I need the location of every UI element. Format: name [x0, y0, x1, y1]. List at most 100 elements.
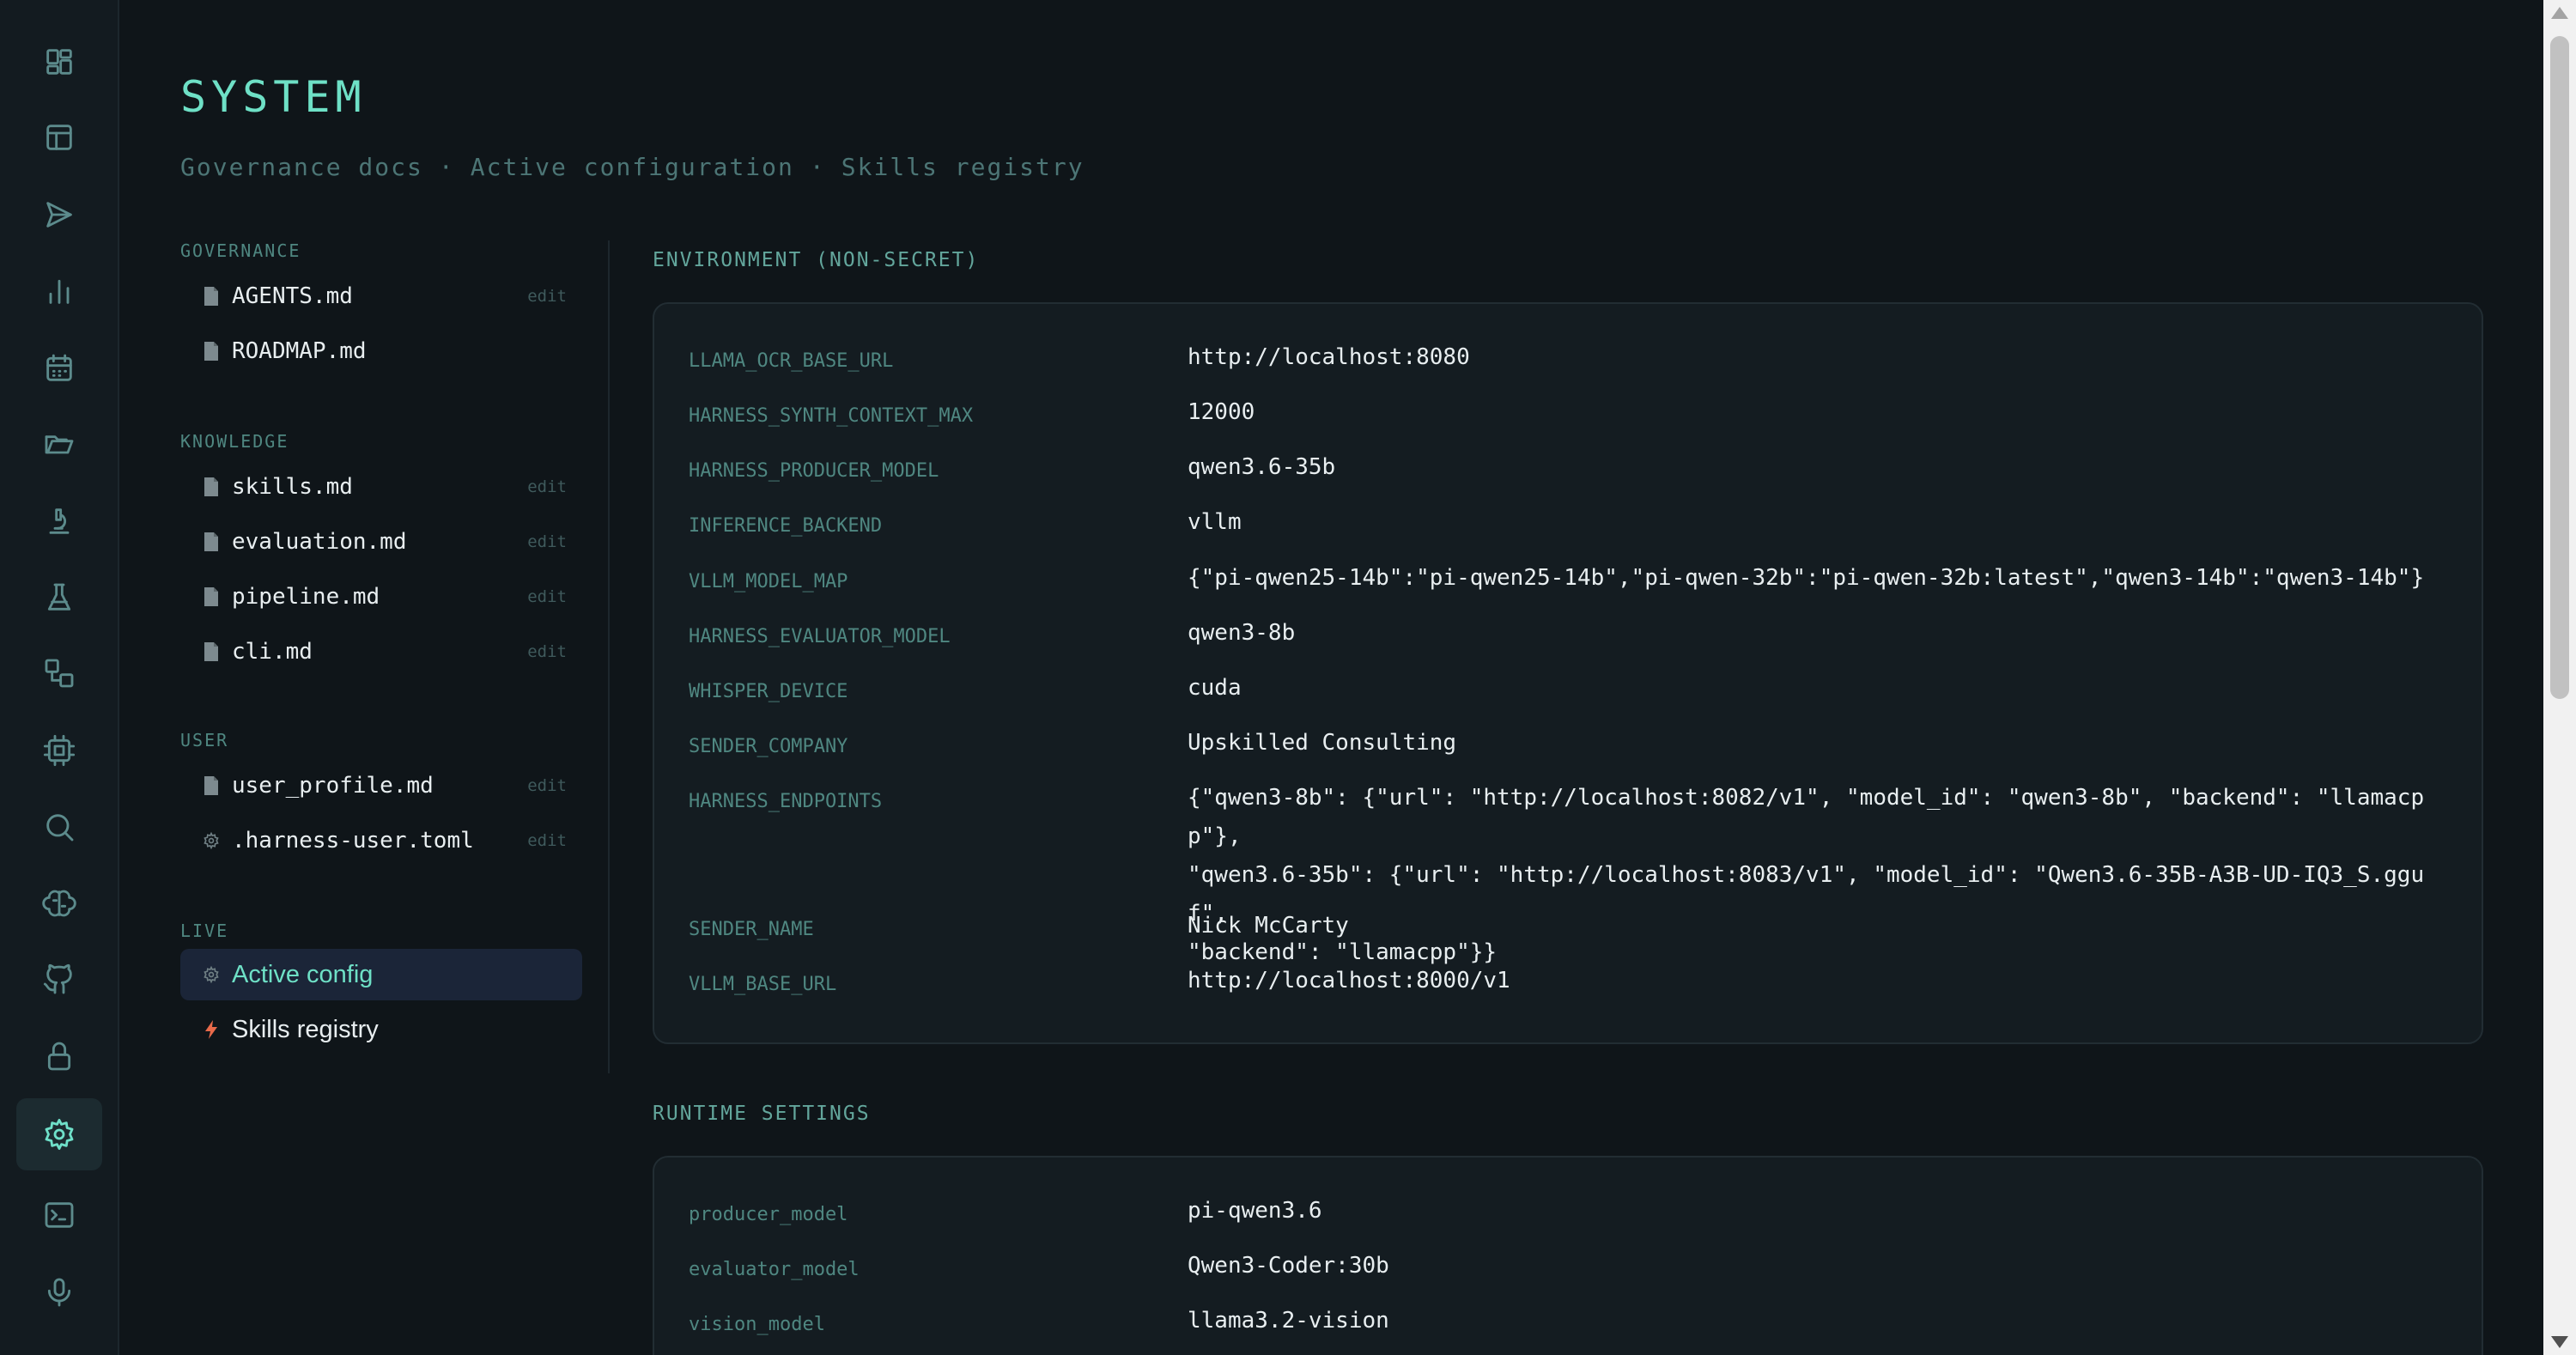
- page-scrollbar[interactable]: [2543, 0, 2576, 1355]
- config-value: Upskilled Consulting: [1188, 730, 1457, 756]
- sidebar-divider: [608, 240, 610, 1073]
- lightning-icon: [180, 1019, 220, 1040]
- doc-item-evaluation-md[interactable]: evaluation.md edit: [180, 516, 582, 568]
- file-icon: [180, 532, 220, 552]
- scrollbar-thumb[interactable]: [2550, 36, 2569, 699]
- brain-icon: [42, 890, 76, 917]
- workflow-icon: [45, 659, 74, 688]
- rail-microscope-button[interactable]: [16, 485, 102, 557]
- file-icon: [180, 341, 220, 362]
- gear-icon: [180, 965, 220, 984]
- config-value: cuda: [1188, 675, 1242, 701]
- bar-chart-icon: [49, 279, 70, 304]
- rail-dashboard-button[interactable]: [16, 26, 102, 98]
- file-icon: [180, 586, 220, 607]
- search-icon: [46, 814, 74, 842]
- section-label-governance: GOVERNANCE: [180, 240, 301, 261]
- config-value: Qwen3-Coder:30b: [1188, 1253, 1389, 1279]
- edit-link[interactable]: edit: [527, 776, 582, 795]
- rail-workflow-button[interactable]: [16, 637, 102, 709]
- doc-item-active-config[interactable]: Active config: [180, 949, 582, 1000]
- rail-search-button[interactable]: [16, 791, 102, 863]
- edit-link[interactable]: edit: [527, 287, 582, 306]
- rail-cpu-button[interactable]: [16, 714, 102, 787]
- github-icon: [43, 963, 72, 994]
- cpu-icon: [43, 734, 76, 767]
- subtitle-separator: ·: [438, 153, 455, 181]
- icon-rail: [0, 0, 119, 1355]
- rail-folder-open-button[interactable]: [16, 408, 102, 480]
- file-icon: [180, 477, 220, 497]
- doc-item-name: Active config: [232, 960, 374, 988]
- rail-microphone-button[interactable]: [16, 1256, 102, 1328]
- config-key: VLLM_MODEL_MAP: [689, 571, 848, 592]
- doc-item-roadmap-md[interactable]: ROADMAP.md: [180, 325, 582, 377]
- config-value: 12000: [1188, 399, 1255, 425]
- config-value: pi-qwen3.6: [1188, 1198, 1322, 1224]
- config-value: llama3.2-vision: [1188, 1308, 1389, 1334]
- config-value: qwen3-8b: [1188, 620, 1296, 646]
- config-key: WHISPER_DEVICE: [689, 681, 848, 702]
- doc-item-name: .harness-user.toml: [232, 828, 474, 854]
- doc-item-harness-user-toml[interactable]: .harness-user.toml edit: [180, 815, 582, 866]
- scroll-up-arrow-icon[interactable]: [2551, 7, 2568, 19]
- config-value: {"pi-qwen25-14b":"pi-qwen25-14b","pi-qwe…: [1188, 565, 2425, 591]
- microphone-icon: [47, 1278, 71, 1307]
- file-icon: [180, 641, 220, 662]
- rail-table-button[interactable]: [16, 101, 102, 173]
- edit-link[interactable]: edit: [527, 642, 582, 661]
- config-key: SENDER_NAME: [689, 919, 814, 940]
- rail-terminal-button[interactable]: [16, 1179, 102, 1251]
- rail-send-button[interactable]: [16, 179, 102, 251]
- subtitle-active-configuration: Active configuration: [470, 153, 794, 181]
- doc-item-name: evaluation.md: [232, 529, 407, 555]
- scroll-down-arrow-icon[interactable]: [2551, 1336, 2568, 1348]
- subtitle-skills-registry: Skills registry: [841, 153, 1084, 181]
- config-key: HARNESS_ENDPOINTS: [689, 791, 883, 812]
- config-key: HARNESS_PRODUCER_MODEL: [689, 460, 939, 482]
- config-key: vision_model: [689, 1314, 825, 1335]
- rail-github-button[interactable]: [16, 944, 102, 1016]
- config-value: vllm: [1188, 509, 1242, 535]
- environment-panel: LLAMA_OCR_BASE_URL http://localhost:8080 H…: [653, 302, 2483, 1044]
- config-key: SENDER_COMPANY: [689, 736, 848, 757]
- config-key: VLLM_BASE_URL: [689, 974, 837, 995]
- microscope-icon: [49, 508, 70, 534]
- folder-open-icon: [45, 435, 74, 454]
- rail-calendar-button[interactable]: [16, 332, 102, 404]
- config-value: http://localhost:8080: [1188, 344, 1470, 370]
- config-key: INFERENCE_BACKEND: [689, 515, 883, 537]
- doc-item-cli-md[interactable]: cli.md edit: [180, 626, 582, 678]
- edit-link[interactable]: edit: [527, 532, 582, 551]
- rail-lock-button[interactable]: [16, 1020, 102, 1092]
- doc-item-skills-registry[interactable]: Skills registry: [180, 1004, 582, 1055]
- rail-bar-chart-button[interactable]: [16, 255, 102, 327]
- edit-link[interactable]: edit: [527, 831, 582, 850]
- doc-item-name: cli.md: [232, 639, 313, 665]
- runtime-section-title: RUNTIME SETTINGS: [653, 1103, 871, 1125]
- rail-gear-button[interactable]: [16, 1098, 102, 1170]
- file-icon: [180, 775, 220, 796]
- calendar-icon: [46, 354, 72, 381]
- environment-section-title: ENVIRONMENT (NON-SECRET): [653, 249, 980, 271]
- gear-icon: [45, 1118, 74, 1151]
- rail-brain-button[interactable]: [16, 867, 102, 939]
- config-value: http://localhost:8000/v1: [1188, 968, 1510, 993]
- doc-item-name: ROADMAP.md: [232, 338, 367, 364]
- section-label-knowledge: KNOWLEDGE: [180, 431, 289, 452]
- runtime-panel: producer_model pi-qwen3.6 evaluator_model Q…: [653, 1156, 2483, 1355]
- edit-link[interactable]: edit: [527, 587, 582, 606]
- terminal-icon: [45, 1202, 74, 1228]
- subtitle-governance-docs: Governance docs: [180, 153, 423, 181]
- gear-icon: [180, 831, 220, 850]
- doc-item-user-profile-md[interactable]: user_profile.md edit: [180, 760, 582, 811]
- doc-item-skills-md[interactable]: skills.md edit: [180, 461, 582, 513]
- doc-item-agents-md[interactable]: AGENTS.md edit: [180, 270, 582, 322]
- table-icon: [46, 125, 72, 150]
- edit-link[interactable]: edit: [527, 477, 582, 496]
- config-key: evaluator_model: [689, 1259, 860, 1280]
- doc-item-name: Skills registry: [232, 1015, 379, 1043]
- file-icon: [180, 286, 220, 307]
- rail-flask-button[interactable]: [16, 562, 102, 634]
- doc-item-pipeline-md[interactable]: pipeline.md edit: [180, 571, 582, 623]
